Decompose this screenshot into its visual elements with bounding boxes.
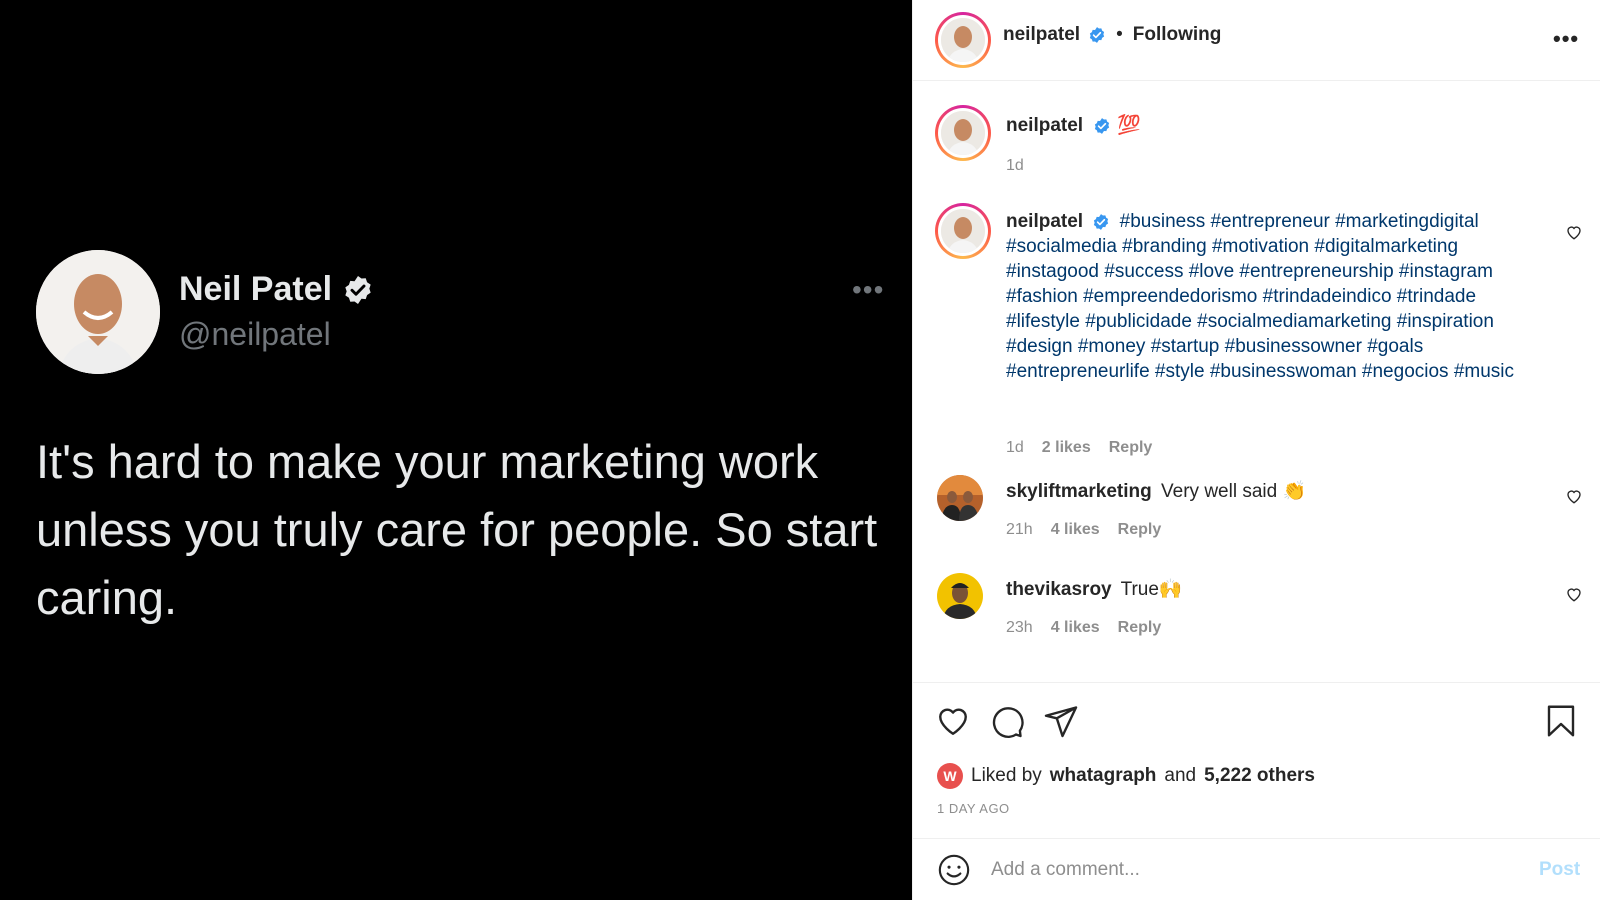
comment-avatar[interactable] — [937, 475, 983, 521]
header-separator: • — [1116, 24, 1123, 45]
caption-text-row: neilpatel 💯 — [1006, 113, 1551, 138]
liked-by-row: W Liked by whatagraph and 5,222 others — [937, 763, 1315, 789]
heart-icon[interactable] — [1565, 585, 1583, 603]
comment-time: 21h — [1006, 521, 1033, 538]
comments-list[interactable]: neilpatel 💯 1d neilpatel #business #entr… — [913, 81, 1600, 683]
comment-body: Very well said 👏 — [1161, 481, 1307, 502]
comment-body: True🙌 — [1120, 579, 1183, 600]
comment-username[interactable]: skyliftmarketing — [1006, 481, 1152, 502]
verified-icon — [345, 275, 371, 304]
caption-username[interactable]: neilpatel — [1006, 113, 1083, 138]
comment-time: 23h — [1006, 619, 1033, 636]
tweet-text: It's hard to make your marketing work un… — [36, 435, 878, 624]
reply-button[interactable]: Reply — [1118, 619, 1162, 637]
comment-icon[interactable] — [989, 703, 1025, 739]
share-icon[interactable] — [1043, 703, 1079, 739]
liked-by-prefix: Liked by — [971, 765, 1042, 786]
comment-time: 1d — [1006, 439, 1024, 456]
heart-icon[interactable] — [1565, 223, 1583, 241]
liker-avatar[interactable]: W — [937, 763, 963, 789]
author-avatar[interactable] — [935, 12, 991, 68]
comment-likes[interactable]: 4 likes — [1051, 619, 1100, 637]
comment-avatar[interactable] — [937, 573, 983, 619]
tweet-author-name: Neil Patel — [179, 270, 374, 309]
comment-likes[interactable]: 2 likes — [1042, 439, 1091, 457]
others-count[interactable]: 5,222 others — [1204, 765, 1315, 787]
verified-badge-icon — [1094, 117, 1110, 134]
post-timestamp[interactable]: 1 DAY AGO — [937, 801, 1010, 816]
header-username[interactable]: neilpatel — [1003, 24, 1080, 46]
liker-username[interactable]: whatagraph — [1050, 765, 1157, 787]
more-options-icon[interactable]: ••• — [1553, 26, 1579, 52]
header-user-row: neilpatel • Following — [1003, 24, 1221, 46]
comment-likes[interactable]: 4 likes — [1051, 521, 1100, 539]
caption-avatar[interactable] — [935, 105, 991, 161]
comment-text: neilpatel #business #entrepreneur #marke… — [1006, 209, 1551, 384]
comment-text: thevikasroy True🙌 — [1006, 577, 1551, 602]
hashtags[interactable]: #business #entrepreneur #marketingdigita… — [1006, 211, 1514, 382]
caption-text: 💯 — [1117, 115, 1141, 136]
caption-meta: 1d — [1006, 157, 1024, 175]
comment-username[interactable]: neilpatel — [1006, 211, 1083, 232]
comment-avatar[interactable] — [935, 203, 991, 259]
reply-button[interactable]: Reply — [1109, 439, 1153, 457]
tweet-more-icon: ••• — [852, 274, 885, 305]
like-icon[interactable] — [935, 703, 971, 739]
verified-badge-icon — [1089, 27, 1105, 43]
comment-meta: 23h 4 likes Reply — [1006, 619, 1161, 637]
liked-by-and: and — [1164, 765, 1197, 786]
verified-badge-icon — [1094, 214, 1109, 230]
post-details-panel: neilpatel • Following ••• neilpatel 💯 1d… — [912, 0, 1600, 900]
post-image: Neil Patel @neilpatel ••• It's hard to m… — [0, 0, 912, 900]
emoji-icon[interactable] — [937, 853, 971, 887]
action-bar: W Liked by whatagraph and 5,222 others 1… — [913, 683, 1600, 839]
comment-username[interactable]: thevikasroy — [1006, 579, 1112, 600]
bookmark-icon[interactable] — [1543, 703, 1579, 739]
heart-icon[interactable] — [1565, 487, 1583, 505]
post-button[interactable]: Post — [1539, 859, 1580, 881]
following-button[interactable]: Following — [1133, 24, 1222, 46]
comment-meta: 21h 4 likes Reply — [1006, 521, 1161, 539]
add-comment-bar: Post — [913, 839, 1600, 900]
comment-text: skyliftmarketing Very well said 👏 — [1006, 479, 1551, 504]
tweet-avatar — [36, 250, 160, 374]
reply-button[interactable]: Reply — [1118, 521, 1162, 539]
caption-time: 1d — [1006, 157, 1024, 174]
comment-meta: 1d 2 likes Reply — [1006, 439, 1152, 457]
tweet-handle: @neilpatel — [179, 316, 331, 352]
post-header: neilpatel • Following ••• — [913, 0, 1600, 81]
comment-input[interactable] — [991, 853, 1511, 887]
